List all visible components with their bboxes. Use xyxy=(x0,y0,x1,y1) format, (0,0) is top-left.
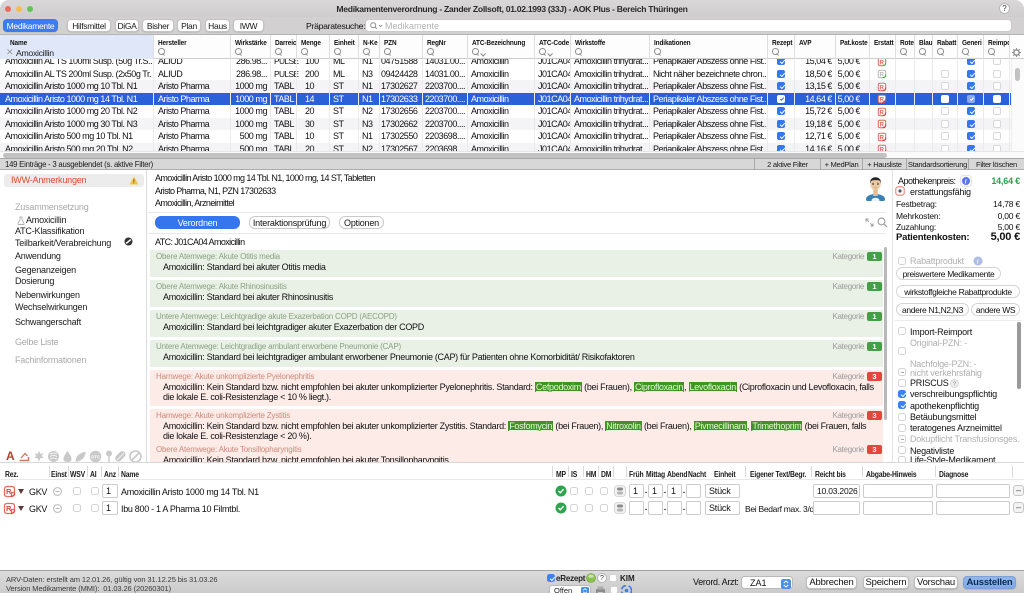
svg-text:i: i xyxy=(965,178,967,185)
svg-text:R: R xyxy=(6,487,12,496)
svg-text:R: R xyxy=(6,504,12,513)
svg-text:!: ! xyxy=(133,180,135,185)
svg-text:OTC: OTC xyxy=(91,454,101,459)
svg-text:?: ? xyxy=(953,381,956,387)
